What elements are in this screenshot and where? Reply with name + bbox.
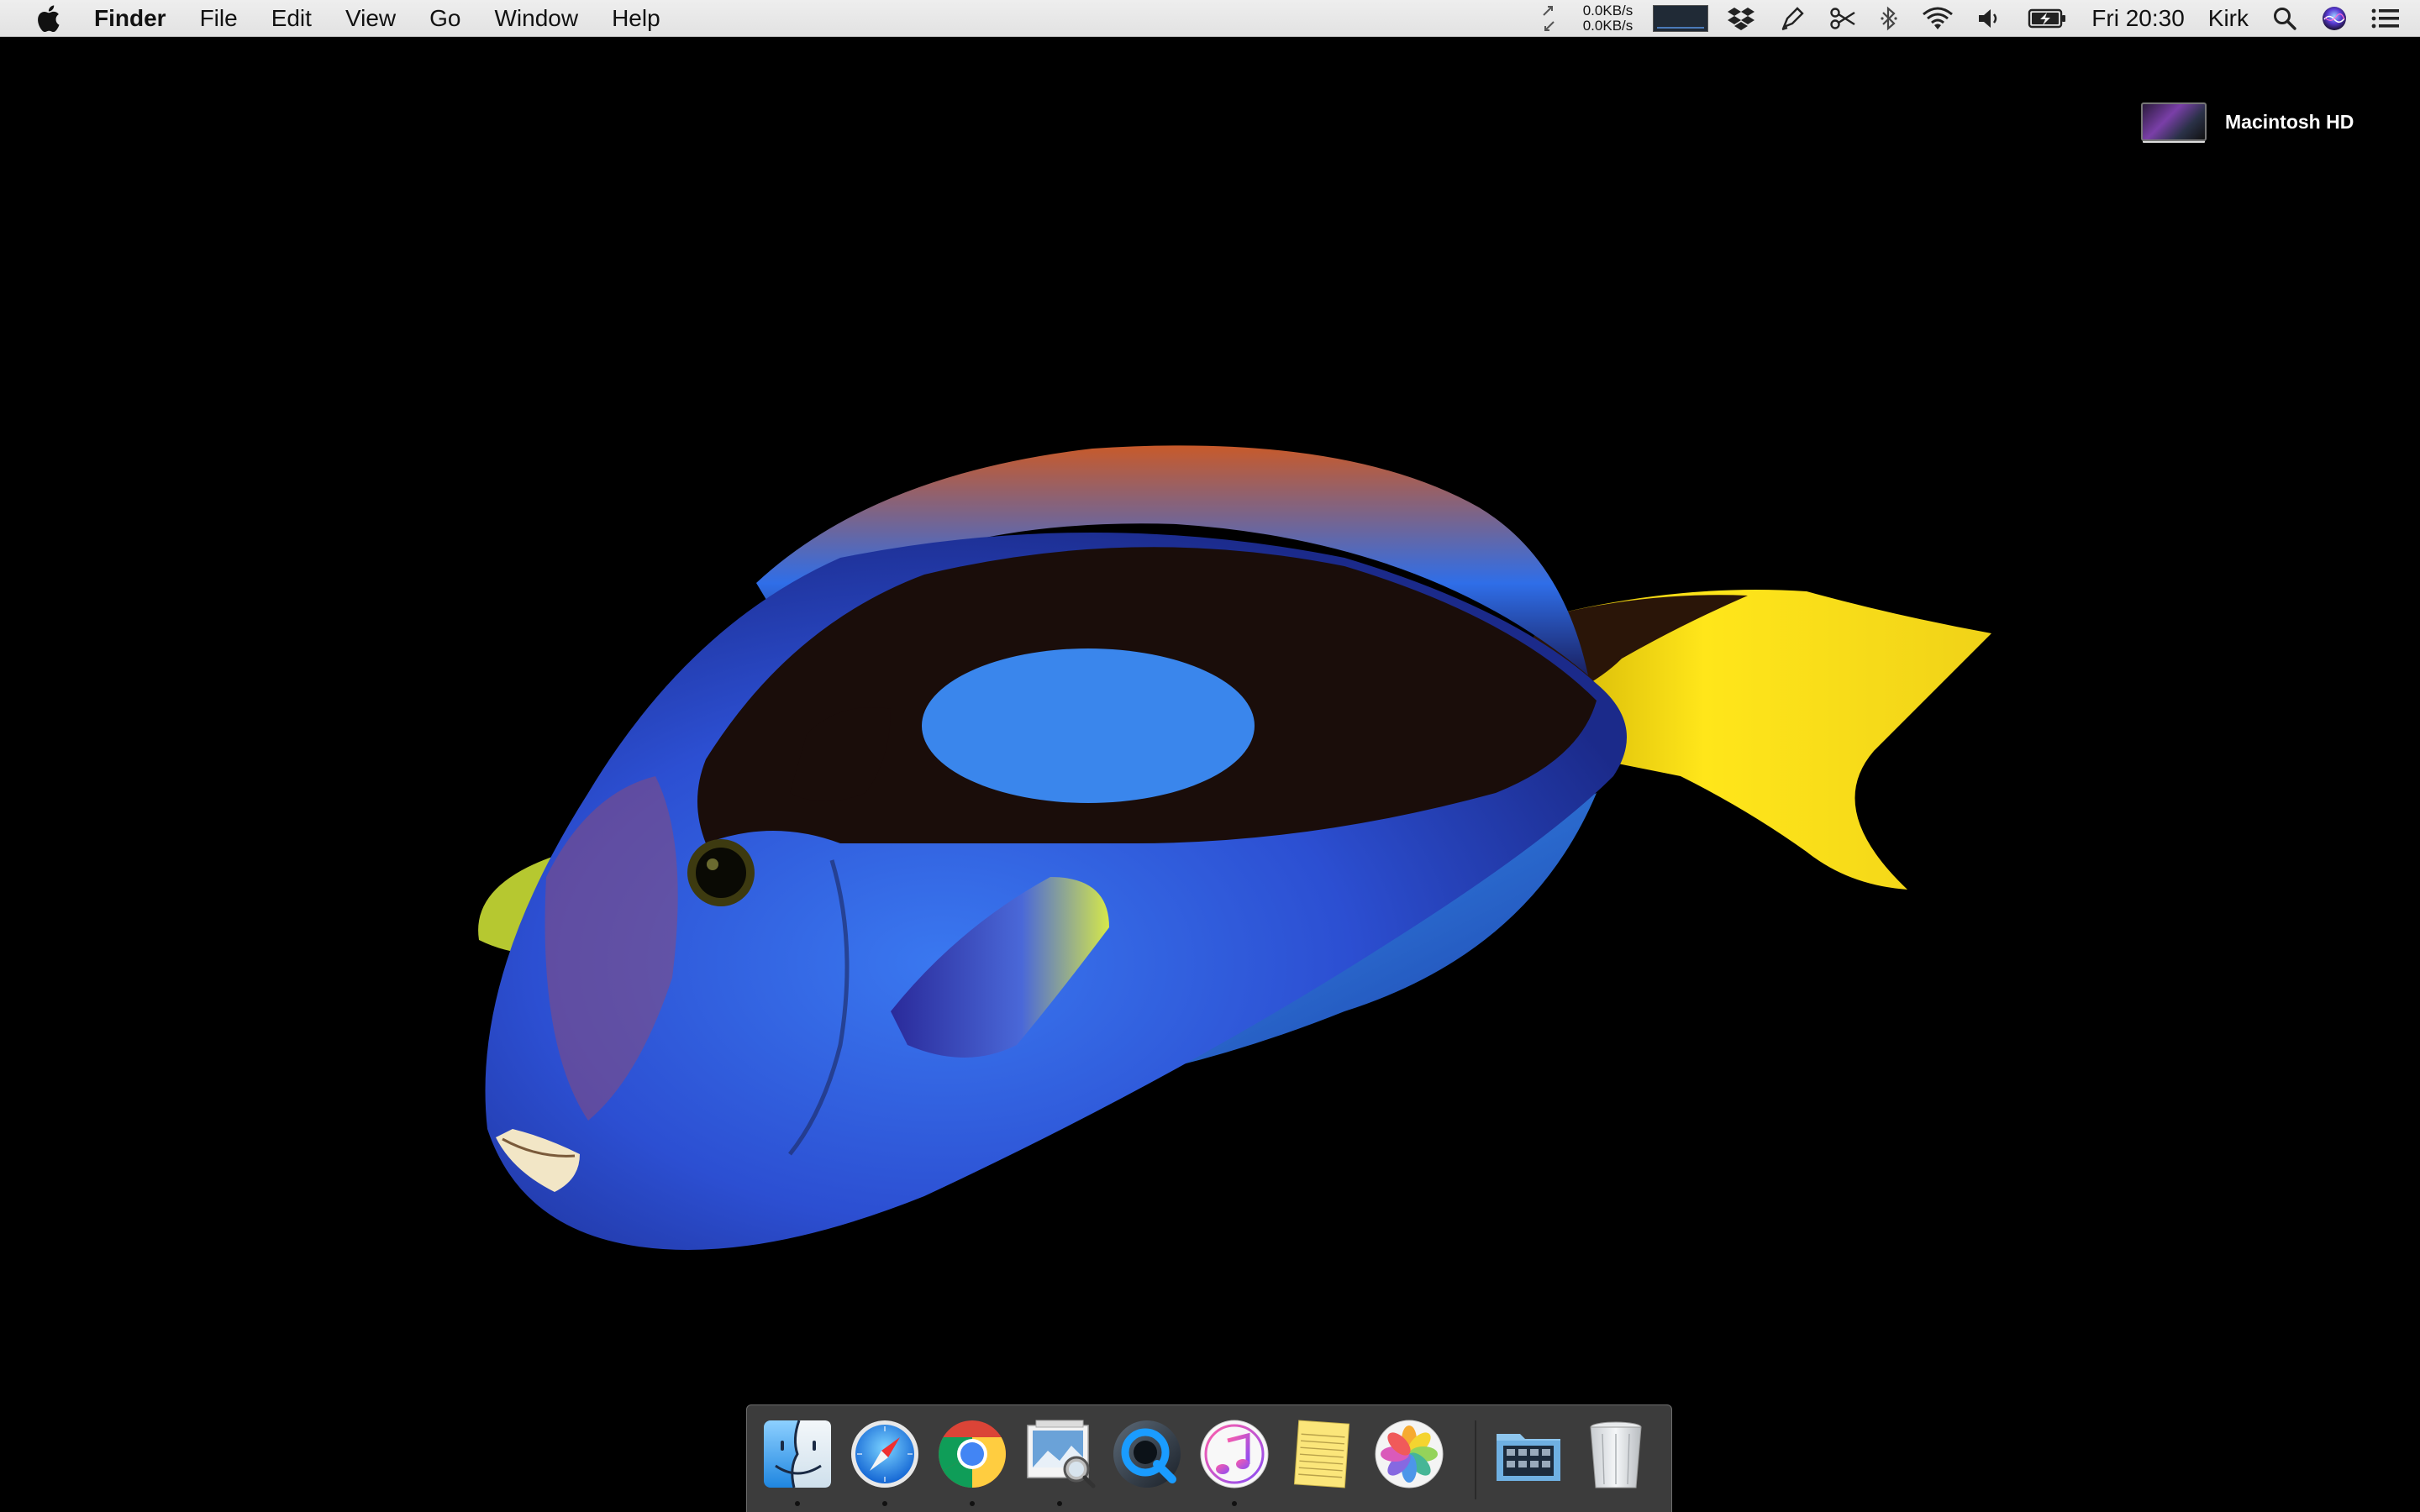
network-monitor[interactable]: 0.0KB/s 0.0KB/s <box>1529 0 1647 37</box>
menu-bar: Finder File Edit View Go Window Help 0.0… <box>0 0 2420 37</box>
preview-icon[interactable] <box>1023 1417 1097 1491</box>
wallpaper-blue-tang-fish <box>478 445 1991 1250</box>
user-menu[interactable]: Kirk <box>2196 0 2260 37</box>
notification-center-icon[interactable] <box>2360 0 2420 37</box>
menu-help[interactable]: Help <box>595 0 677 37</box>
network-upload-speed: 0.0KB/s <box>1582 3 1634 18</box>
network-graph-icon[interactable] <box>1646 0 1715 37</box>
apple-menu-icon[interactable] <box>18 4 77 33</box>
pen-icon[interactable] <box>1767 0 1818 37</box>
running-indicator <box>970 1501 975 1506</box>
running-indicator <box>1057 1501 1062 1506</box>
menu-view[interactable]: View <box>329 0 413 37</box>
dock-separator <box>1475 1420 1476 1499</box>
spotlight-search-icon[interactable] <box>2260 0 2309 37</box>
menu-file[interactable]: File <box>183 0 255 37</box>
safari-icon[interactable] <box>848 1417 922 1491</box>
network-download-speed: 0.0KB/s <box>1582 18 1634 34</box>
notes-icon[interactable] <box>1285 1417 1359 1491</box>
wifi-icon[interactable] <box>1910 0 1965 37</box>
trash-icon[interactable] <box>1579 1417 1653 1491</box>
drive-label: Macintosh HD <box>2225 110 2354 133</box>
menu-edit[interactable]: Edit <box>255 0 329 37</box>
dock <box>746 1404 1672 1512</box>
bluetooth-icon[interactable] <box>1868 0 1910 37</box>
desktop[interactable]: Macintosh HD <box>0 37 2420 1512</box>
quicktime-icon[interactable] <box>1110 1417 1184 1491</box>
dropbox-icon[interactable] <box>1715 0 1767 37</box>
scissors-icon[interactable] <box>1818 0 1868 37</box>
hard-drive-icon <box>2141 102 2207 141</box>
running-indicator <box>1232 1501 1237 1506</box>
photos-icon[interactable] <box>1372 1417 1446 1491</box>
battery-charging-icon[interactable] <box>2016 0 2080 37</box>
applications-folder-icon[interactable] <box>1491 1417 1565 1491</box>
running-indicator <box>795 1501 800 1506</box>
chrome-icon[interactable] <box>935 1417 1009 1491</box>
itunes-icon[interactable] <box>1197 1417 1271 1491</box>
siri-icon[interactable] <box>2309 0 2360 37</box>
desktop-drive-macintosh-hd[interactable]: Macintosh HD <box>2141 102 2354 141</box>
menu-window[interactable]: Window <box>477 0 595 37</box>
running-indicator <box>882 1501 887 1506</box>
finder-icon[interactable] <box>760 1417 834 1491</box>
menu-go[interactable]: Go <box>413 0 477 37</box>
clock[interactable]: Fri 20:30 <box>2080 0 2196 37</box>
app-menu-finder[interactable]: Finder <box>77 0 183 37</box>
network-arrows-icon <box>1543 6 1555 31</box>
volume-icon[interactable] <box>1965 0 2016 37</box>
